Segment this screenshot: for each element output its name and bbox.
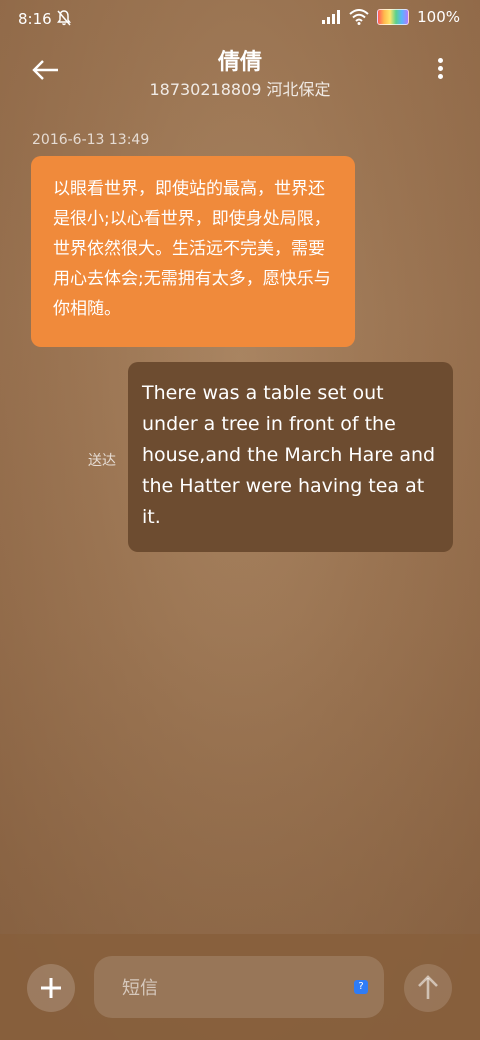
send-button[interactable] [404, 964, 452, 1012]
outgoing-message-bubble[interactable]: 以眼看世界，即使站的最高，世界还是很小;以心看世界，即使身处局限，世界依然很大。… [31, 156, 355, 347]
more-options-icon[interactable] [436, 58, 444, 82]
message-input-box[interactable]: ? [94, 956, 384, 1018]
status-time: 8:16 [18, 10, 52, 28]
incoming-message-text: There was a table set out under a tree i… [142, 382, 436, 528]
battery-percent: 100% [417, 8, 460, 26]
send-arrow-icon [418, 975, 438, 999]
incoming-message-bubble[interactable]: There was a table set out under a tree i… [128, 362, 453, 552]
contact-detail: 18730218809 河北保定 [149, 80, 331, 99]
sim-card-icon[interactable]: ? [354, 980, 368, 994]
battery-icon [377, 9, 410, 25]
status-bar: 8:16 100% [0, 0, 480, 40]
composer-bar: ? [0, 934, 480, 1040]
add-attachment-button[interactable] [27, 964, 75, 1012]
conversation-header: 倩倩 18730218809 河北保定 [0, 40, 480, 110]
wifi-icon [349, 9, 369, 25]
delivered-status: 送达 [88, 453, 116, 469]
signal-icon [322, 10, 341, 24]
mute-bell-icon [57, 10, 71, 26]
contact-name: 倩倩 [217, 50, 262, 75]
status-right-group: 100% [321, 8, 460, 26]
outgoing-message-text: 以眼看世界，即使站的最高，世界还是很小;以心看世界，即使身处局限，世界依然很大。… [53, 179, 331, 319]
plus-icon [41, 978, 61, 998]
message-timestamp: 2016-6-13 13:49 [32, 132, 150, 148]
message-input[interactable] [120, 974, 324, 1002]
